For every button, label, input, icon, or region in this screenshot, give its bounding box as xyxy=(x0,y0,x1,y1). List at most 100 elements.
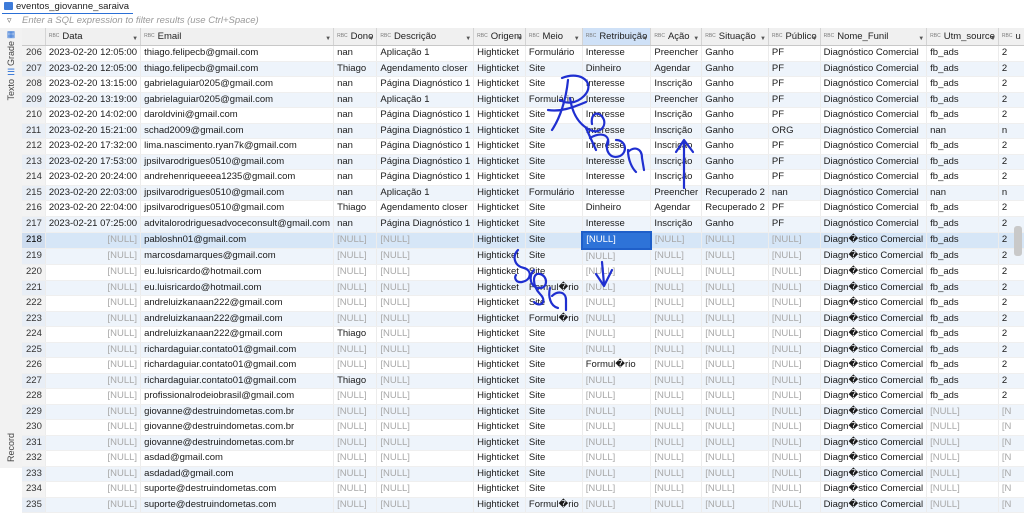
cell-situacao[interactable]: [NULL] xyxy=(701,295,769,312)
cell-origem[interactable]: Highticket xyxy=(473,357,526,374)
cell-origem[interactable]: Highticket xyxy=(473,404,526,420)
cell-u[interactable]: 2 xyxy=(998,154,1024,170)
cell-dono[interactable]: nan xyxy=(333,154,378,170)
cell-data[interactable]: 2023-02-20 12:05:00 xyxy=(45,45,142,62)
cell-data[interactable]: [NULL] xyxy=(45,481,142,498)
cell-meio[interactable]: Site xyxy=(525,466,583,482)
cell-nome-funil[interactable]: Diagn�stico Comercial xyxy=(820,295,928,312)
cell-situacao[interactable]: Recuperado 2 xyxy=(701,200,769,217)
cell-nome-funil[interactable]: Diagn�stico Comercial xyxy=(820,280,928,296)
cell-data[interactable]: [NULL] xyxy=(45,232,142,249)
cell-u[interactable]: 2 xyxy=(998,169,1024,186)
cell-meio[interactable]: Formul�rio xyxy=(525,311,583,327)
cell-descricao[interactable]: [NULL] xyxy=(376,497,475,513)
cell-situacao[interactable]: Ganho xyxy=(701,216,769,233)
cell-email[interactable]: jpsilvarodrigues0510@gmail.com xyxy=(140,185,335,201)
cell-origem[interactable]: Highticket xyxy=(473,311,526,327)
cell-acao[interactable]: Agendar xyxy=(650,200,703,217)
cell-dono[interactable]: Thiago xyxy=(333,326,378,343)
row-number[interactable]: 224 xyxy=(22,326,46,343)
cell-meio[interactable]: Site xyxy=(525,154,583,170)
table-tab[interactable]: eventos_giovanne_saraiva xyxy=(2,0,134,15)
cell-nome-funil[interactable]: Diagn�stico Comercial xyxy=(820,497,928,513)
cell-retribuicao[interactable]: Interesse xyxy=(582,169,652,186)
cell-acao[interactable]: Inscrição xyxy=(650,76,703,93)
cell-utm-source[interactable]: fb_ads xyxy=(926,154,999,170)
cell-situacao[interactable]: Ganho xyxy=(701,123,769,139)
cell-acao[interactable]: [NULL] xyxy=(650,295,703,312)
cell-publico[interactable]: [NULL] xyxy=(768,450,821,467)
cell-meio[interactable]: Site xyxy=(525,123,583,139)
cell-u[interactable]: [N xyxy=(998,419,1024,436)
cell-dono[interactable]: [NULL] xyxy=(333,481,378,498)
cell-publico[interactable]: [NULL] xyxy=(768,248,821,265)
cell-nome-funil[interactable]: Diagnóstico Comercial xyxy=(820,76,928,93)
cell-acao[interactable]: Inscrição xyxy=(650,123,703,139)
cell-publico[interactable]: PF xyxy=(768,76,821,93)
cell-retribuicao[interactable]: [NULL] xyxy=(582,404,652,420)
cell-data[interactable]: [NULL] xyxy=(45,373,142,389)
table-row[interactable]: 218 [NULL] pabloshn01@gmail.com [NULL] [NULL… xyxy=(22,231,1024,250)
row-number[interactable]: 208 xyxy=(22,76,46,93)
cell-nome-funil[interactable]: Diagnóstico Comercial xyxy=(820,169,928,186)
cell-u[interactable]: 2 xyxy=(998,373,1024,389)
cell-email[interactable]: daroldvini@gmail.com xyxy=(140,107,335,124)
cell-utm-source[interactable]: fb_ads xyxy=(926,248,999,265)
sort-arrow-icon[interactable]: ▼ xyxy=(812,32,818,45)
cell-situacao[interactable]: [NULL] xyxy=(701,388,769,405)
cell-retribuicao[interactable]: [NULL] xyxy=(582,373,652,389)
cell-acao[interactable]: [NULL] xyxy=(650,373,703,389)
cell-meio[interactable]: Site xyxy=(525,404,583,420)
table-row[interactable]: 226 [NULL] richardaguiar.contato01@gmail.c… xyxy=(22,357,1024,374)
cell-data[interactable]: [NULL] xyxy=(45,248,142,265)
cell-utm-source[interactable]: [NULL] xyxy=(926,481,999,498)
cell-email[interactable]: lima.nascimento.ryan7k@gmail.com xyxy=(140,138,335,155)
cell-acao[interactable]: Inscrição xyxy=(650,138,703,155)
cell-acao[interactable]: [NULL] xyxy=(650,450,703,467)
cell-u[interactable]: [N xyxy=(998,497,1024,513)
cell-data[interactable]: 2023-02-20 13:15:00 xyxy=(45,76,142,93)
cell-meio[interactable]: Site xyxy=(525,200,583,217)
cell-retribuicao[interactable]: Interesse xyxy=(582,76,652,93)
cell-situacao[interactable]: [NULL] xyxy=(701,497,769,513)
cell-u[interactable]: 2 xyxy=(998,107,1024,124)
cell-acao[interactable]: Inscrição xyxy=(650,216,703,233)
cell-data[interactable]: 2023-02-20 20:24:00 xyxy=(45,169,142,186)
cell-data[interactable]: 2023-02-20 13:19:00 xyxy=(45,92,142,108)
cell-meio[interactable]: Site xyxy=(525,388,583,405)
cell-dono[interactable]: [NULL] xyxy=(333,280,378,296)
cell-descricao[interactable]: [NULL] xyxy=(376,264,475,281)
cell-data[interactable]: [NULL] xyxy=(45,466,142,482)
table-row[interactable]: 208 2023-02-20 13:15:00 gabrielaguiar0205@… xyxy=(22,76,1024,93)
row-number[interactable]: 216 xyxy=(22,200,46,217)
cell-email[interactable]: richardaguiar.contato01@gmail.com xyxy=(140,342,335,358)
cell-situacao[interactable]: [NULL] xyxy=(701,232,769,249)
cell-meio[interactable]: Site xyxy=(525,373,583,389)
cell-email[interactable]: andreluizkanaan222@gmail.com xyxy=(140,326,335,343)
cell-publico[interactable]: PF xyxy=(768,154,821,170)
table-row[interactable]: 231 [NULL] giovanne@destruindometas.com.br… xyxy=(22,435,1024,451)
cell-dono[interactable]: [NULL] xyxy=(333,404,378,420)
cell-situacao[interactable]: [NULL] xyxy=(701,264,769,281)
row-number[interactable]: 232 xyxy=(22,450,46,467)
cell-nome-funil[interactable]: Diagn�stico Comercial xyxy=(820,466,928,482)
cell-descricao[interactable]: [NULL] xyxy=(376,248,475,265)
row-number[interactable]: 231 xyxy=(22,435,46,451)
cell-nome-funil[interactable]: Diagnóstico Comercial xyxy=(820,61,928,77)
column-header-nome-funil[interactable]: RBC Nome_Funil ▼ xyxy=(820,28,928,46)
cell-dono[interactable]: [NULL] xyxy=(333,248,378,265)
row-number[interactable]: 234 xyxy=(22,481,46,498)
cell-publico[interactable]: [NULL] xyxy=(768,466,821,482)
column-header-u[interactable]: RBC u xyxy=(998,28,1024,46)
cell-u[interactable]: 2 xyxy=(998,342,1024,358)
row-number[interactable]: 213 xyxy=(22,154,46,170)
row-number[interactable]: 218 xyxy=(22,232,46,249)
cell-situacao[interactable]: Ganho xyxy=(701,92,769,108)
row-number[interactable]: 217 xyxy=(22,216,46,233)
cell-meio[interactable]: Formulário xyxy=(525,92,583,108)
cell-nome-funil[interactable]: Diagnóstico Comercial xyxy=(820,154,928,170)
cell-descricao[interactable]: Página Diagnóstico 1 xyxy=(376,216,475,233)
cell-email[interactable]: advitalorodriguesadvoceconsult@gmail.com xyxy=(140,216,335,233)
cell-meio[interactable]: Site xyxy=(525,216,583,233)
cell-nome-funil[interactable]: Diagn�stico Comercial xyxy=(820,357,928,374)
